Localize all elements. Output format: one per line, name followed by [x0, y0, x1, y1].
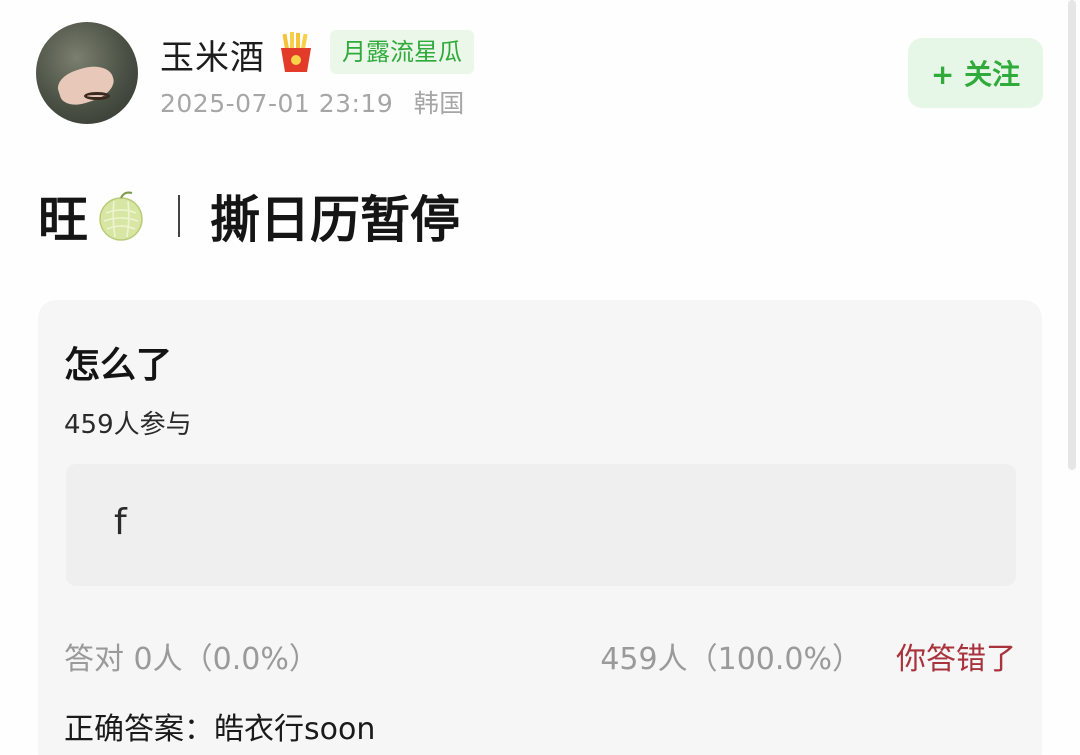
correct-answer: 正确答案：皓衣行soon: [64, 712, 376, 747]
quiz-option[interactable]: f: [66, 464, 1016, 586]
post-title: 旺 撕日历暂停: [38, 180, 460, 252]
title-prefix: 旺: [38, 191, 88, 249]
quiz-question: 怎么了: [64, 345, 173, 386]
post-meta: 2025-07-01 23:19 韩国: [160, 84, 465, 120]
title-divider: [178, 195, 180, 237]
avatar-ring-image: [84, 92, 110, 100]
melon-icon: [99, 191, 143, 241]
wrong-answer-label: 你答错了: [896, 642, 1016, 677]
quiz-card: 怎么了 459人参与 f 答对 0人（0.0%） 459人（100.0%） 你答…: [38, 300, 1042, 755]
follow-button[interactable]: + 关注: [908, 38, 1043, 108]
scrollbar[interactable]: [1068, 0, 1076, 470]
title-main: 撕日历暂停: [210, 191, 460, 249]
quiz-stats: 答对 0人（0.0%） 459人（100.0%） 你答错了: [64, 634, 1016, 678]
post-date: 2025-07-01 23:19: [160, 89, 394, 118]
user-result: 459人（100.0%） 你答错了: [600, 634, 1016, 678]
quiz-option-label: f: [114, 502, 127, 543]
correct-stat: 答对 0人（0.0%）: [64, 642, 319, 677]
username[interactable]: 玉米酒: [160, 30, 265, 79]
post-location: 韩国: [413, 89, 465, 118]
fan-badge[interactable]: 月露流星瓜: [330, 30, 474, 74]
french-fries-icon: [281, 32, 311, 72]
avatar-hand-image: [54, 60, 118, 110]
participant-count: 459人参与: [64, 410, 192, 440]
user-stat: 459人（100.0%）: [600, 642, 862, 677]
avatar[interactable]: [36, 22, 138, 124]
